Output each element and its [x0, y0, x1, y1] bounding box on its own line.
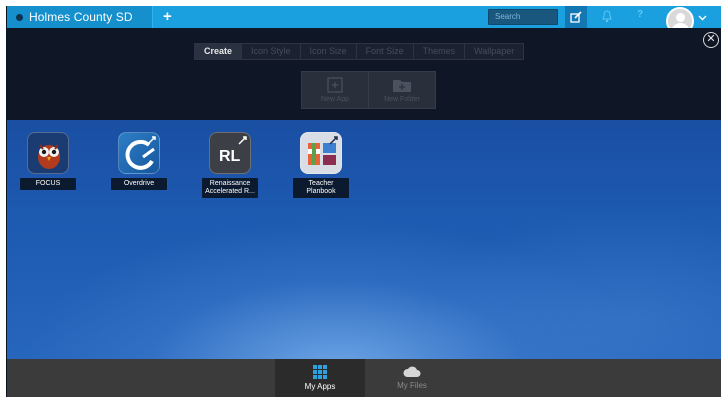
- district-tab[interactable]: Holmes County SD: [7, 6, 153, 28]
- customize-tabs: Create Icon Style Icon Size Font Size Th…: [194, 43, 525, 60]
- add-tab-button[interactable]: +: [163, 8, 172, 25]
- bottom-bar: My Apps My Files: [7, 359, 721, 397]
- search-input[interactable]: Search: [488, 9, 558, 25]
- app-label-overdrive: Overdrive: [111, 178, 167, 190]
- link-badge-icon: [238, 136, 247, 145]
- chevron-down-icon[interactable]: [698, 15, 707, 21]
- app-tile-teacher-planbook[interactable]: Teacher Planbook: [293, 132, 349, 198]
- plus-square-icon: [327, 77, 343, 93]
- tab-icon-style[interactable]: Icon Style: [242, 44, 301, 59]
- cloud-icon: [403, 366, 421, 377]
- my-files-label: My Files: [397, 381, 427, 390]
- app-label-focus: FOCUS: [20, 178, 76, 190]
- district-tab-label: Holmes County SD: [29, 10, 133, 24]
- teacher-planbook-icon: [300, 132, 342, 174]
- focus-owl-icon: [27, 132, 69, 174]
- customize-panel: ✕ Create Icon Style Icon Size Font Size …: [7, 28, 721, 120]
- app-tile-overdrive[interactable]: Overdrive: [111, 132, 167, 190]
- folder-plus-icon: [393, 79, 411, 92]
- new-folder-button[interactable]: New Folder: [369, 72, 435, 108]
- grid-icon: [313, 365, 327, 379]
- close-panel-button[interactable]: ✕: [703, 32, 719, 48]
- tab-themes[interactable]: Themes: [414, 44, 466, 59]
- tab-my-apps[interactable]: My Apps: [275, 359, 365, 397]
- tab-dot-icon: [16, 13, 23, 21]
- app-tile-renaissance[interactable]: RL Renaissance Accelerated R...: [202, 132, 258, 198]
- edit-button[interactable]: [565, 6, 587, 28]
- edit-icon: [570, 11, 582, 23]
- help-button[interactable]: ?: [637, 9, 643, 20]
- tab-create[interactable]: Create: [195, 44, 243, 59]
- my-apps-label: My Apps: [304, 382, 336, 391]
- tab-my-files[interactable]: My Files: [367, 359, 457, 397]
- tab-icon-size[interactable]: Icon Size: [301, 44, 357, 59]
- new-app-button[interactable]: New App: [302, 72, 369, 108]
- renaissance-rl-text: RL: [219, 148, 241, 165]
- avatar-head-icon: [676, 13, 685, 22]
- overdrive-icon: [118, 132, 160, 174]
- app-label-renaissance: Renaissance Accelerated R...: [202, 178, 258, 198]
- notification-bell-icon[interactable]: [601, 10, 613, 23]
- tab-wallpaper[interactable]: Wallpaper: [465, 44, 523, 59]
- link-badge-icon: [329, 136, 338, 145]
- tab-font-size[interactable]: Font Size: [357, 44, 414, 59]
- app-frame: Holmes County SD + Search ? ✕ Create Ico…: [6, 6, 721, 397]
- new-app-label: New App: [320, 96, 350, 103]
- link-badge-icon: [147, 136, 156, 145]
- new-folder-label: New Folder: [384, 95, 420, 103]
- create-actions: New App New Folder: [301, 71, 436, 109]
- app-tile-focus[interactable]: FOCUS: [20, 132, 76, 190]
- renaissance-rl-icon: RL: [209, 132, 251, 174]
- top-bar: Holmes County SD + Search ?: [7, 6, 721, 35]
- app-label-teacher-planbook: Teacher Planbook: [293, 178, 349, 198]
- app-desktop: FOCUS Overdrive RL Renaissance Accelerat…: [7, 120, 721, 359]
